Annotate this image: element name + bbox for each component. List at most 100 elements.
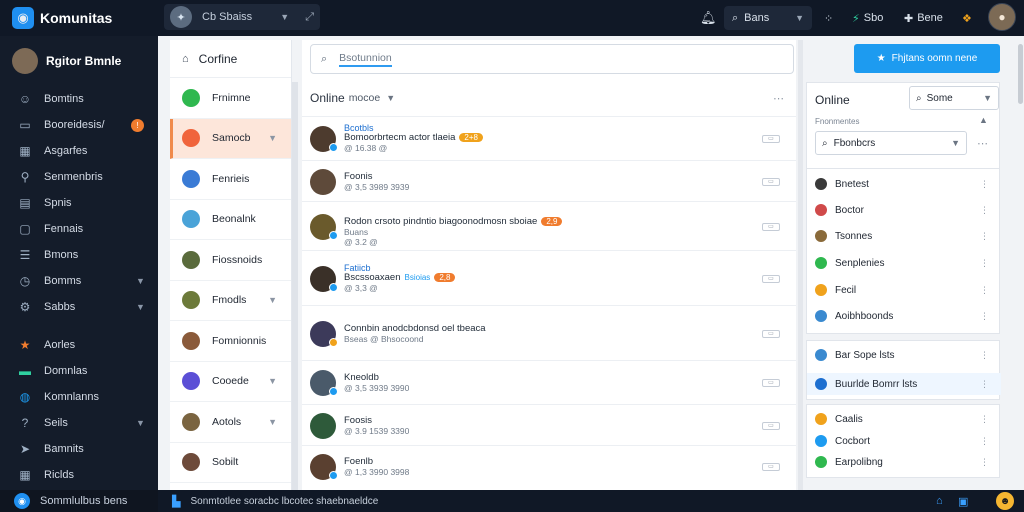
sidebar-item[interactable]: ▢ Fennais [0,216,158,242]
more-icon[interactable]: ⋮ [980,258,989,269]
sidebar-item[interactable]: ☰ Bmons [0,242,158,268]
community-item[interactable]: Sobilt [170,443,291,483]
community-item[interactable]: Aotols ▼ [170,402,291,443]
community-item[interactable]: Fomnionnis [170,321,291,362]
sort-dropdown[interactable]: mocoe [349,92,381,104]
chevron-down-icon[interactable]: ▼ [268,417,277,427]
top-search[interactable]: ⌕ Bans ▼ [724,6,812,30]
sidebar-item[interactable]: ◷ Bomms ▼ [0,268,158,294]
row-action-button[interactable]: ▭ [762,177,780,186]
more-icon[interactable]: ⋮ [980,414,989,425]
list-item[interactable]: Rodon crsoto pindntio biagoonodmosn sboi… [302,201,796,250]
sidebar-item[interactable]: ⚙ Sabbs ▼ [0,294,158,320]
list-item[interactable]: Bcotbls Bomoorbrtecm actor tlaeia 2+8 @ 16.… [302,116,796,160]
chevron-down-icon[interactable]: ▼ [268,376,277,386]
more-icon[interactable]: ⋮ [980,379,989,390]
more-icon[interactable]: ⋮ [980,179,989,190]
row-action-button[interactable]: ▭ [762,135,780,143]
sidebar-item[interactable]: ▦ Riclds [0,462,158,488]
window-icon[interactable]: ▣ [958,495,968,508]
more-icon[interactable]: ⋮ [980,231,989,242]
apps-grid-icon[interactable]: ⁘ [824,0,833,36]
more-icon[interactable]: ⋮ [980,436,989,447]
community-icon: ◉ [14,493,30,509]
chevron-down-icon[interactable]: ▼ [136,302,145,312]
more-icon[interactable]: ⋯ [773,92,784,105]
sidebar-item[interactable]: ◍ Komnlanns [0,384,158,410]
search-input[interactable]: ⌕ Bsotunnion [310,44,794,74]
member-row[interactable]: Cocbort ⋮ [807,430,1001,452]
chevron-down-icon[interactable]: ▼ [136,276,145,286]
chevron-up-icon[interactable]: ▲ [979,115,988,125]
item-meta: @ 3,3 @ [344,282,378,293]
sidebar-item[interactable]: ▭ Booreidesis/! [0,112,158,138]
join-button[interactable]: ★ Fhjtans oomn nene [854,44,1000,73]
row-action-button[interactable]: ▭ [762,222,780,231]
sidebar-item[interactable]: ★ Aorles [0,332,158,358]
more-icon[interactable]: ⋮ [980,205,989,216]
sidebar-footer[interactable]: ◉ Sommlulbus bens [0,490,158,512]
row-action-button[interactable]: ▭ [762,329,780,338]
member-row[interactable]: Caalis ⋮ [807,408,1001,430]
chevron-down-icon[interactable]: ▼ [136,418,145,428]
list-item[interactable]: Foenlb @ 1,3 3990 3998 ▭ [302,445,796,487]
sidebar-item[interactable]: ▬ Domnlas [0,358,158,384]
list-item[interactable]: Fatiicb Bscssoaxaen Bsioias 2,8 @ 3,3 @ ▭ [302,250,796,305]
community-switcher[interactable]: ✦ Cb Sbaiss ▼ ⤢ [164,4,320,30]
community-item[interactable]: Fiossnoids [170,240,291,281]
home-icon[interactable]: ⌂ [936,495,943,507]
member-row[interactable]: Buurlde Bomrr lsts ⋮ [807,373,1001,395]
row-action-button[interactable]: ▭ [762,274,780,283]
member-row[interactable]: Boctor ⋮ [807,199,1001,221]
sidebar-item[interactable]: ▤ Spnis [0,190,158,216]
more-icon[interactable]: ⋮ [980,457,989,468]
list-item[interactable]: Kneoldb @ 3,5 3939 3990 ▭ [302,360,796,404]
chevron-down-icon[interactable]: ▼ [386,93,395,103]
expand-icon[interactable]: ⤢ [305,11,314,24]
community-item[interactable]: Cooede ▼ [170,362,291,402]
chevron-down-icon[interactable]: ▼ [268,295,277,305]
online-filter-select[interactable]: ⌕ Some ▼ [909,86,999,110]
list-item[interactable]: Connbin anodcbdonsd oel tbeaca Bseas @ Bh… [302,305,796,360]
sidebar-user[interactable]: Rgitor Bmnle [0,36,158,86]
scrollbar[interactable] [292,82,298,490]
assistant-icon[interactable]: ☻ [996,492,1014,510]
community-item[interactable]: Fenrieis [170,159,291,200]
member-row[interactable]: Tsonnes ⋮ [807,225,1001,247]
scrollbar[interactable] [1018,44,1023,104]
community-item[interactable]: Fmodls ▼ [170,281,291,321]
brand[interactable]: ◉ Komunitas [0,7,158,29]
row-action-button[interactable]: ▭ [762,421,780,430]
member-row[interactable]: Senplenies ⋮ [807,252,1001,274]
member-row[interactable]: Bnetest ⋮ [807,173,1001,195]
gift-icon[interactable]: ❖ [962,0,972,36]
more-icon[interactable]: ⋮ [980,311,989,322]
list-item[interactable]: Foonis @ 3,5 3989 3939 ▭ [302,160,796,201]
member-row[interactable]: Fecil ⋮ [807,279,1001,301]
scrollbar[interactable] [798,40,803,490]
community-item[interactable]: Samocb ▼ [170,118,291,159]
communities-header[interactable]: ⌂ Corfine [170,40,291,78]
notification-icon[interactable]: 🔔︎ [700,0,717,36]
community-item[interactable]: Frnimne [170,78,291,119]
chevron-down-icon[interactable]: ▼ [268,133,277,143]
community-item[interactable]: Beonalnk [170,200,291,240]
member-row[interactable]: Earpolibng ⋮ [807,451,1001,473]
more-icon[interactable]: ⋮ [980,285,989,296]
topbar-item-a[interactable]: ⚡ Sbo [852,0,883,36]
member-row[interactable]: Bar Sope lsts ⋮ [807,344,1001,366]
list-item[interactable]: Foosis @ 3.9 1539 3390 ▭ [302,404,796,445]
more-icon[interactable]: ⋯ [977,137,988,150]
sidebar-item[interactable]: ⚲ Senmenbris [0,164,158,190]
sidebar-item[interactable]: ☺ Bomtins [0,86,158,112]
topbar-item-b[interactable]: ✚ Bene [904,0,943,36]
row-action-button[interactable]: ▭ [762,379,780,387]
sidebar-item[interactable]: ? Seils ▼ [0,410,158,436]
sidebar-item[interactable]: ➤ Bamnits [0,436,158,462]
member-row[interactable]: Aoibhboonds ⋮ [807,305,1001,327]
row-action-button[interactable]: ▭ [762,463,780,471]
more-icon[interactable]: ⋮ [980,350,989,361]
member-search-select[interactable]: ⌕ Fbonbcrs ▼ [815,131,967,155]
user-avatar[interactable]: ● [988,3,1016,31]
sidebar-item[interactable]: ▦ Asgarfes [0,138,158,164]
